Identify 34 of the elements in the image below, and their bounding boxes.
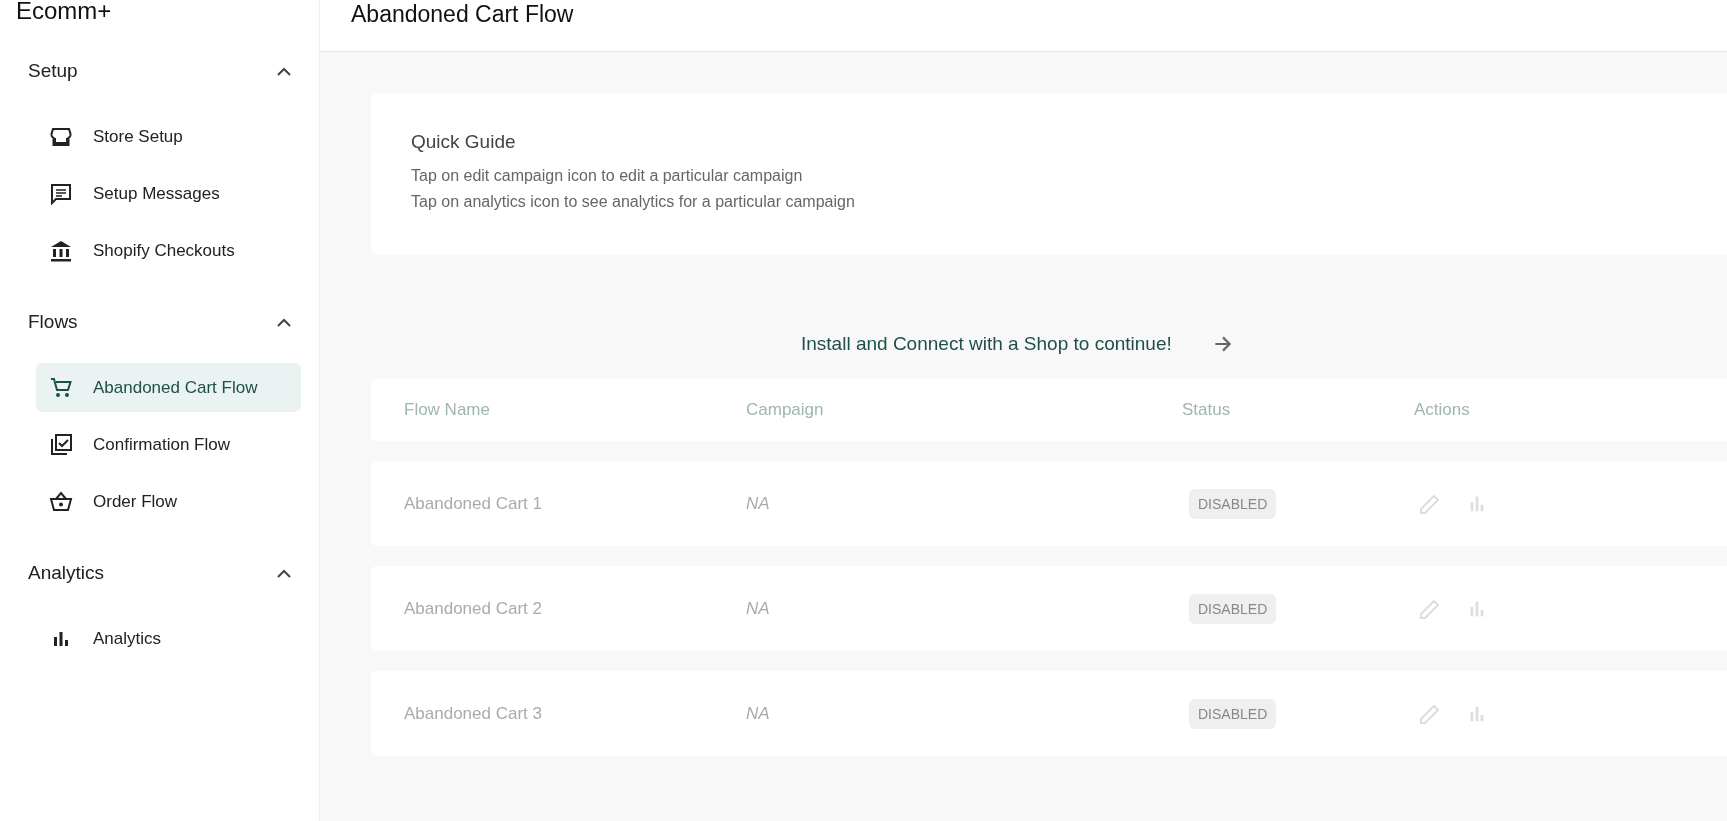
status-badge: DISABLED xyxy=(1189,488,1277,519)
flow-name: Abandoned Cart 2 xyxy=(404,598,543,619)
chat-icon xyxy=(49,181,73,206)
sidebar-item[interactable]: Store Setup xyxy=(36,112,301,161)
column-header: Status xyxy=(1182,400,1232,420)
section-header[interactable]: Flows xyxy=(0,311,319,333)
cart-icon xyxy=(49,375,73,400)
sidebar-item[interactable]: Abandoned Cart Flow xyxy=(36,363,301,412)
checklist-icon xyxy=(49,432,73,457)
guide-title: Quick Guide xyxy=(411,131,517,153)
section-header[interactable]: Setup xyxy=(0,60,319,82)
sidebar-item[interactable]: Shopify Checkouts xyxy=(36,226,301,275)
sidebar-item[interactable]: Order Flow xyxy=(36,477,301,526)
status-badge: DISABLED xyxy=(1189,698,1277,729)
bank-icon xyxy=(49,238,73,263)
column-header: Flow Name xyxy=(404,400,491,420)
campaign-cell-text: NA xyxy=(746,598,771,619)
column-header: Actions xyxy=(1414,400,1471,420)
campaign-cell-text: NA xyxy=(746,493,771,514)
brand-name: Ecomm+ xyxy=(15,0,113,24)
connect-shop-link[interactable]: Install and Connect with a Shop to continue! xyxy=(801,333,1234,355)
sidebar-item[interactable]: Confirmation Flow xyxy=(36,420,301,469)
sidebar-item[interactable]: Analytics xyxy=(36,614,301,663)
page-title: Abandoned Cart Flow xyxy=(351,0,575,28)
flow-name: Abandoned Cart 1 xyxy=(404,493,543,514)
column-header: Campaign xyxy=(746,400,825,420)
flow-name: Abandoned Cart 3 xyxy=(404,703,543,724)
status-badge: DISABLED xyxy=(1189,593,1277,624)
sidebar-item[interactable]: Setup Messages xyxy=(36,169,301,218)
guide-text: Tap on edit campaign icon to edit a particular campaign xyxy=(411,166,804,186)
guide-text: Tap on analytics icon to see analytics for a particular campaign xyxy=(411,192,856,212)
campaign-cell-text: NA xyxy=(746,703,771,724)
section-header[interactable]: Analytics xyxy=(0,562,319,584)
basket-icon xyxy=(49,489,73,514)
